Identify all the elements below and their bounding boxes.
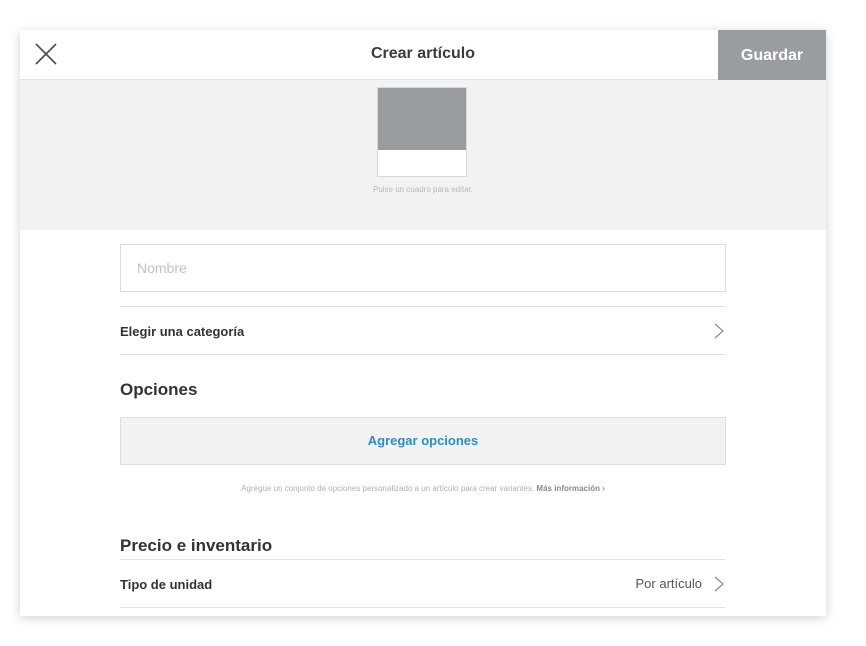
- add-options-button[interactable]: Agregar opciones: [120, 417, 726, 465]
- category-label: Elegir una categoría: [120, 324, 245, 339]
- options-hint: Agregue un conjunto de opciones personal…: [120, 484, 726, 493]
- image-tile[interactable]: [377, 87, 467, 177]
- page-title: Crear artículo: [370, 45, 476, 62]
- pricing-title: Precio e inventario: [120, 536, 273, 555]
- options-hint-text: Agregue un conjunto de opciones personal…: [241, 484, 535, 493]
- save-button[interactable]: Guardar: [718, 30, 826, 80]
- category-row[interactable]: Elegir una categoría: [120, 306, 726, 354]
- unit-type-label: Tipo de unidad: [120, 577, 213, 592]
- create-item-modal: Crear artículo Guardar Pulse un cuadro p…: [20, 30, 826, 616]
- chevron-right-icon: [714, 323, 724, 339]
- image-area: Pulse un cuadro para editar.: [20, 80, 826, 230]
- chevron-right-icon: [714, 576, 724, 592]
- unit-type-value: Por artículo: [635, 576, 702, 591]
- options-title: Opciones: [120, 380, 198, 399]
- unit-type-row[interactable]: Tipo de unidad Por artículo: [120, 559, 726, 607]
- top-bar: Crear artículo Guardar: [20, 30, 826, 80]
- name-input[interactable]: [120, 244, 726, 292]
- image-hint: Pulse un cuadro para editar.: [372, 185, 474, 194]
- more-info-link[interactable]: Más información ›: [536, 484, 604, 493]
- image-tile-color: [378, 88, 466, 150]
- divider: [120, 354, 726, 355]
- divider: [120, 607, 726, 608]
